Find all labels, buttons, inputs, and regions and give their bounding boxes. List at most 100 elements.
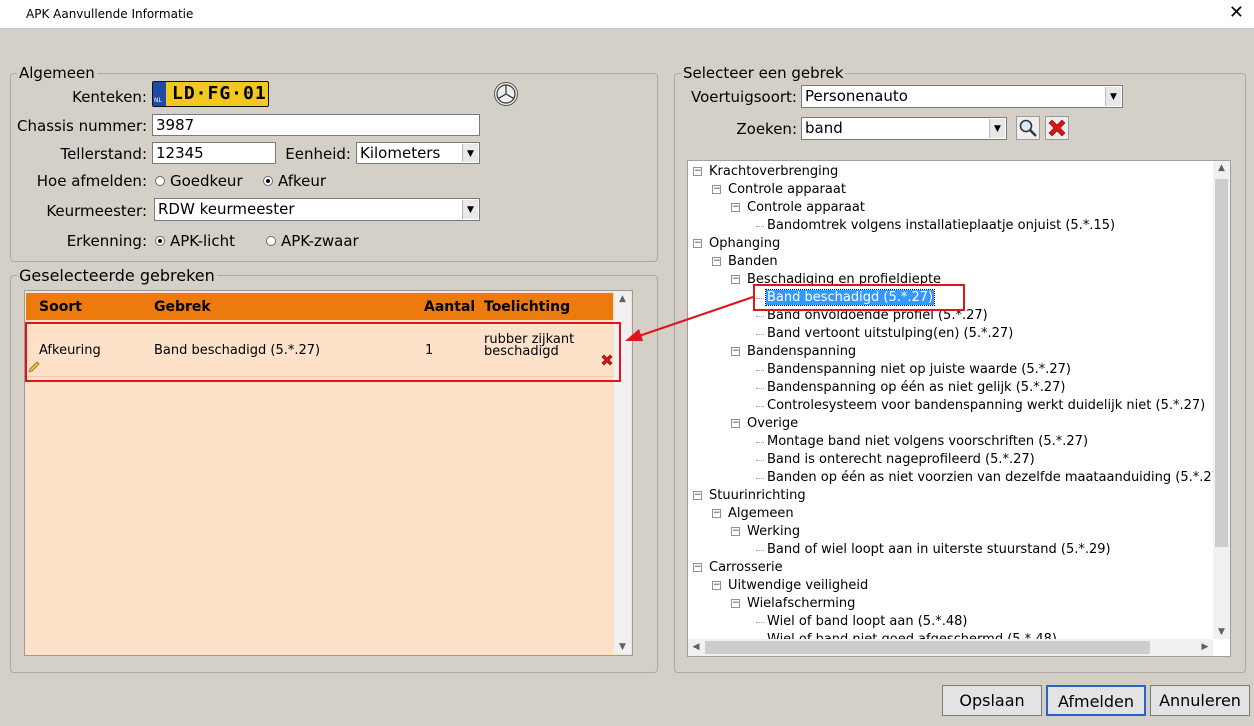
tree-node[interactable]: Bandenspanning [746,343,857,360]
tree-node[interactable]: Werking [746,523,801,540]
voertuigsoort-value: Personenauto [805,87,908,105]
scroll-left-icon[interactable]: ◀ [690,642,702,652]
col-gebrek[interactable]: Gebrek [154,299,211,315]
tree-node[interactable]: Controle apparaat [727,181,847,198]
opslaan-button[interactable]: Opslaan [942,685,1042,716]
radio-goedkeur[interactable]: Goedkeur [155,172,243,190]
tree-node[interactable]: Krachtoverbrenging [708,163,839,180]
scroll-down-icon[interactable]: ▼ [1213,627,1230,637]
tree-connector [756,226,764,227]
tree-node[interactable]: Banden op één as niet voorzien van dezel… [766,469,1226,486]
tree-collapse-icon[interactable]: − [731,203,740,212]
radio-afkeur-dot[interactable] [263,176,273,186]
col-toelichting[interactable]: Toelichting [484,299,570,315]
tree-node-label: Uitwendige veiligheid [728,578,869,593]
highlight-row-box [25,322,621,382]
tree-node[interactable]: Band is onterecht nageprofileerd (5.*.27… [766,451,1036,468]
annuleren-button[interactable]: Annuleren [1150,685,1250,716]
tree-node-label: Werking [747,524,801,539]
tree-node[interactable]: Bandenspanning op één as niet gelijk (5.… [766,379,1066,396]
tree-node-label: Controle apparaat [728,182,846,197]
close-icon[interactable]: ✕ [1229,2,1244,23]
search-icon[interactable] [1016,116,1040,140]
algemeen-legend: Algemeen [19,64,95,82]
tree-node[interactable]: Band of wiel loopt aan in uiterste stuur… [766,541,1112,558]
radio-apk-licht-label: APK-licht [170,232,235,250]
tree-collapse-icon[interactable]: − [712,257,721,266]
geselecteerde-legend: Geselecteerde gebreken [19,266,215,285]
annotation-arrow-icon [625,296,754,341]
tree-hscroll-thumb[interactable] [705,641,1150,654]
chassis-label: Chassis nummer: [17,117,147,135]
col-aantal[interactable]: Aantal [424,299,475,315]
radio-apk-licht[interactable]: APK-licht [155,232,235,250]
col-soort[interactable]: Soort [39,299,82,315]
tree-collapse-icon[interactable]: − [712,185,721,194]
tree-node[interactable]: Wielafscherming [746,595,856,612]
tree-node-label: Bandenspanning [747,344,857,359]
kenteken-value: LD·FG·01 [172,83,267,104]
tree-node[interactable]: Overige [746,415,799,432]
tree-vscrollbar[interactable]: ▲ ▼ [1213,161,1230,639]
tree-collapse-icon[interactable]: − [693,563,702,572]
tree-collapse-icon[interactable]: − [731,275,740,284]
chevron-down-icon[interactable]: ▼ [989,119,1005,138]
tree-node-label: Band is onterecht nageprofileerd (5.*.27… [767,452,1035,467]
tree-collapse-icon[interactable]: − [712,509,721,518]
window-title: APK Aanvullende Informatie [26,7,194,21]
tree-node[interactable]: Ophanging [708,235,781,252]
tree-hscrollbar[interactable]: ◀ ▶ [688,639,1213,656]
scroll-right-icon[interactable]: ▶ [1199,642,1211,652]
tree-node[interactable]: Algemeen [727,505,795,522]
zoeken-combobox[interactable]: band ▼ [801,117,1007,140]
tree-node[interactable]: Bandenspanning niet op juiste waarde (5.… [766,361,1072,378]
chevron-down-icon[interactable]: ▼ [462,200,478,219]
tree-node[interactable]: Stuurinrichting [708,487,807,504]
license-plate: NL LD·FG·01 [152,81,269,107]
tree-collapse-icon[interactable]: − [693,239,702,248]
afmelden-button[interactable]: Afmelden [1046,685,1146,716]
chevron-down-icon[interactable]: ▼ [462,144,478,162]
tree-vscroll-thumb[interactable] [1215,179,1228,547]
tree-node-label: Bandenspanning niet op juiste waarde (5.… [767,362,1071,377]
tree-node-label: Banden op één as niet voorzien van dezel… [767,470,1226,485]
tree-collapse-icon[interactable]: − [712,581,721,590]
voertuigsoort-select[interactable]: Personenauto ▼ [801,85,1123,108]
tree-collapse-icon[interactable]: − [693,491,702,500]
tellerstand-input[interactable]: 12345 [152,142,276,164]
tree-node[interactable]: Montage band niet volgens voorschriften … [766,433,1089,450]
tree-node[interactable]: Uitwendige veiligheid [727,577,869,594]
tree-node[interactable]: Band vertoont uitstulping(en) (5.*.27) [766,325,1014,342]
tree-node[interactable]: Bandomtrek volgens installatieplaatje on… [766,217,1116,234]
scroll-up-icon[interactable]: ▲ [1213,163,1230,173]
tree-node[interactable]: Controlesysteem voor bandenspanning werk… [766,397,1206,414]
chassis-input[interactable]: 3987 [152,114,480,136]
radio-afkeur-label: Afkeur [278,172,327,190]
eenheid-label: Eenheid: [285,145,351,163]
tree-collapse-icon[interactable]: − [731,419,740,428]
chevron-down-icon[interactable]: ▼ [1105,87,1121,106]
radio-afkeur[interactable]: Afkeur [263,172,326,190]
tree-node[interactable]: Controle apparaat [746,199,866,216]
tree-collapse-icon[interactable]: − [693,167,702,176]
eu-flag-icon: NL [153,82,166,106]
radio-goedkeur-dot[interactable] [155,176,165,186]
clear-search-icon[interactable] [1045,116,1069,140]
keurmeester-select[interactable]: RDW keurmeester ▼ [154,198,480,221]
scroll-down-icon[interactable]: ▼ [614,642,631,652]
tree-collapse-icon[interactable]: − [731,527,740,536]
eenheid-select[interactable]: Kilometers ▼ [356,142,480,164]
radio-apk-zwaar-dot[interactable] [266,236,276,246]
tree-node[interactable]: Wiel of band loopt aan (5.*.48) [766,613,968,630]
tree-node-label: Ophanging [709,236,781,251]
tree-collapse-icon[interactable]: − [731,599,740,608]
tree-node[interactable]: Carrosserie [708,559,784,576]
radio-apk-zwaar[interactable]: APK-zwaar [266,232,359,250]
tree-node[interactable]: Banden [727,253,779,270]
tree-connector [756,442,764,443]
dialog-body: Algemeen Kenteken: NL LD·FG·01 Chassis n… [1,29,1253,726]
radio-apk-licht-dot[interactable] [155,236,165,246]
title-bar: APK Aanvullende Informatie ✕ [0,0,1254,29]
gebreken-tree[interactable]: − Krachtoverbrenging − Controle apparaat − Co… [687,160,1231,657]
tree-node-label: Band of wiel loopt aan in uiterste stuur… [767,542,1111,557]
